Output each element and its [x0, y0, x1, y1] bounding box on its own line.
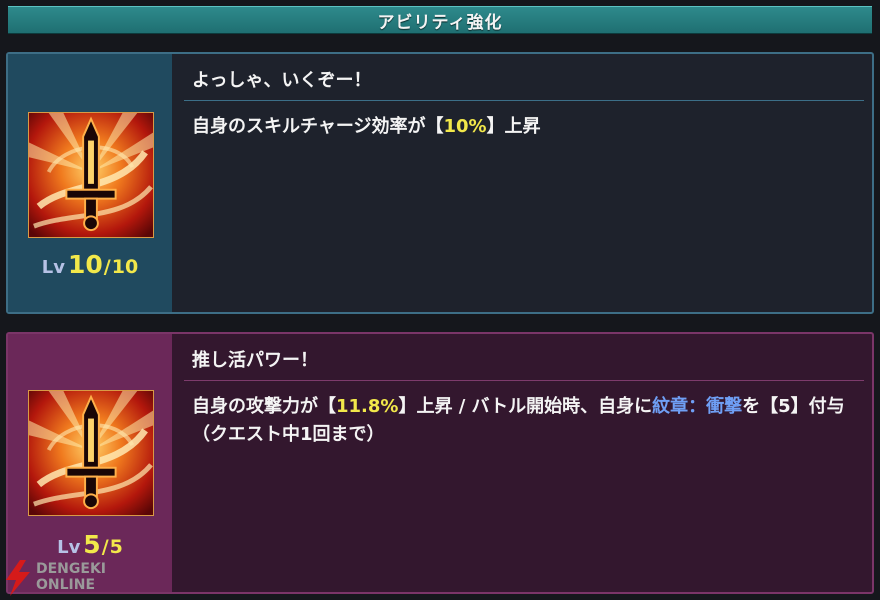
- ability-card-side: Lv 10/10: [8, 54, 172, 312]
- level-current: 10: [68, 250, 103, 279]
- watermark-logo: DENGEKI ONLINE: [4, 558, 144, 596]
- ability-enhance-header: アビリティ強化: [8, 6, 872, 34]
- desc-text: 自身のスキルチャージ効率が【: [192, 116, 444, 137]
- ability-name: 推し活パワー！: [192, 350, 318, 371]
- level-separator: /: [103, 256, 111, 278]
- level-indicator: Lv 10/10: [8, 250, 172, 279]
- watermark-line2: ONLINE: [36, 577, 96, 593]
- sword-icon: [28, 112, 154, 238]
- ability-content: よっしゃ、いくぞー！ 自身のスキルチャージ効率が【10%】上昇: [184, 54, 864, 141]
- bolt-icon: [6, 560, 30, 596]
- ability-name: よっしゃ、いくぞー！: [192, 70, 372, 91]
- desc-value: 10%: [443, 116, 487, 137]
- level-label: Lv: [41, 257, 65, 278]
- watermark-line1: DENGEKI: [36, 561, 107, 577]
- watermark-text: DENGEKI ONLINE: [36, 561, 106, 593]
- desc-text: 】上昇: [486, 116, 541, 137]
- sword-icon: [28, 390, 154, 516]
- desc-text: 自身の攻撃力が【: [192, 396, 336, 417]
- ability-description: 自身の攻撃力が【11.8%】上昇 / バトル開始時、自身に紋章：衝撃を【5】付与…: [184, 381, 864, 449]
- ability-description: 自身のスキルチャージ効率が【10%】上昇: [184, 101, 864, 141]
- level-label: Lv: [57, 537, 81, 558]
- header-title: アビリティ強化: [377, 12, 503, 33]
- ability-content: 推し活パワー！ 自身の攻撃力が【11.8%】上昇 / バトル開始時、自身に紋章：…: [184, 334, 864, 449]
- ability-card-1[interactable]: Lv 10/10 よっしゃ、いくぞー！ 自身のスキルチャージ効率が【10%】上昇: [6, 52, 874, 314]
- desc-value: 11.8%: [336, 396, 399, 417]
- level-max: 5: [109, 536, 123, 558]
- desc-text: 】上昇 / バトル開始時、自身に: [398, 396, 653, 417]
- ability-card-side: Lv 5/5: [8, 334, 172, 592]
- level-current: 5: [83, 530, 101, 559]
- level-separator: /: [101, 536, 109, 558]
- emblem-link[interactable]: 紋章：衝撃: [652, 396, 742, 417]
- level-max: 10: [111, 256, 139, 278]
- level-indicator: Lv 5/5: [8, 530, 172, 559]
- ability-card-2[interactable]: Lv 5/5 推し活パワー！ 自身の攻撃力が【11.8%】上昇 / バトル開始時、…: [6, 332, 874, 594]
